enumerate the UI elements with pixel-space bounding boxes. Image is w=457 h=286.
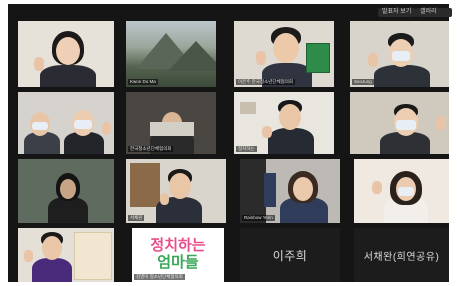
participant-name-placeholder: 이주희 <box>272 248 308 263</box>
wall-poster <box>74 232 112 280</box>
video-tile-10[interactable]: 서채원 <box>126 159 226 223</box>
bookshelf <box>130 163 160 207</box>
logo-line-2: 엄마들 <box>157 254 199 271</box>
video-tile-13[interactable] <box>18 228 114 282</box>
video-tile-16[interactable]: 서채완(희연공유) <box>354 228 449 282</box>
mountain-shape <box>168 41 216 71</box>
video-tile-12[interactable] <box>354 159 449 223</box>
participant-name: SeoJung <box>352 79 374 85</box>
speaker-view-button[interactable]: 발표자 보기 <box>378 8 416 17</box>
video-tile-5[interactable] <box>18 92 114 154</box>
video-tile-4[interactable]: SeoJung <box>350 21 449 87</box>
participant-name: Kwon Do Ma <box>128 79 158 85</box>
participant-name: 정치하는 <box>236 146 257 152</box>
book-prop <box>306 43 330 73</box>
video-tile-15[interactable]: 이주희 <box>240 228 340 282</box>
video-tile-3[interactable]: 이은주 한국청소년단체협의회 <box>234 21 334 87</box>
video-tile-8[interactable] <box>350 92 449 154</box>
raised-arm <box>264 173 276 207</box>
wall-frame <box>240 102 256 114</box>
video-tile-2[interactable]: Kwon Do Ma <box>126 21 216 87</box>
top-bar: 발표자 보기 갤러리 <box>8 4 452 21</box>
participant-name: 서채원 <box>128 215 145 221</box>
participant-name-placeholder: 서채완(희연공유) <box>363 251 440 263</box>
video-tile-9[interactable] <box>18 159 114 223</box>
video-tile-1[interactable] <box>18 21 114 87</box>
participant-name: 김영미 청소년단체협의회 <box>134 274 185 280</box>
video-tile-11[interactable]: Rainbow Yerin <box>240 159 340 223</box>
video-tile-7[interactable]: 정치하는 <box>234 92 334 154</box>
sign-prop <box>150 122 194 136</box>
participant-name: 한국청소년단체협의회 <box>128 146 174 152</box>
participant-name: 이은주 한국청소년단체협의회 <box>236 79 296 85</box>
dark-doorway <box>240 159 266 223</box>
video-tile-14[interactable]: 정치하는 엄마들 김영미 청소년단체협의회 <box>132 228 224 282</box>
gallery-view-button[interactable]: 갤러리 <box>416 8 452 17</box>
video-tile-6[interactable]: 한국청소년단체협의회 <box>126 92 216 154</box>
zoom-meeting-window: 발표자 보기 갤러리 Kwon Do Ma 이은주 한국청소년단체협의회 Seo… <box>8 4 452 282</box>
participant-name: Rainbow Yerin <box>242 215 275 221</box>
logo-line-1: 정치하는 <box>150 237 206 254</box>
